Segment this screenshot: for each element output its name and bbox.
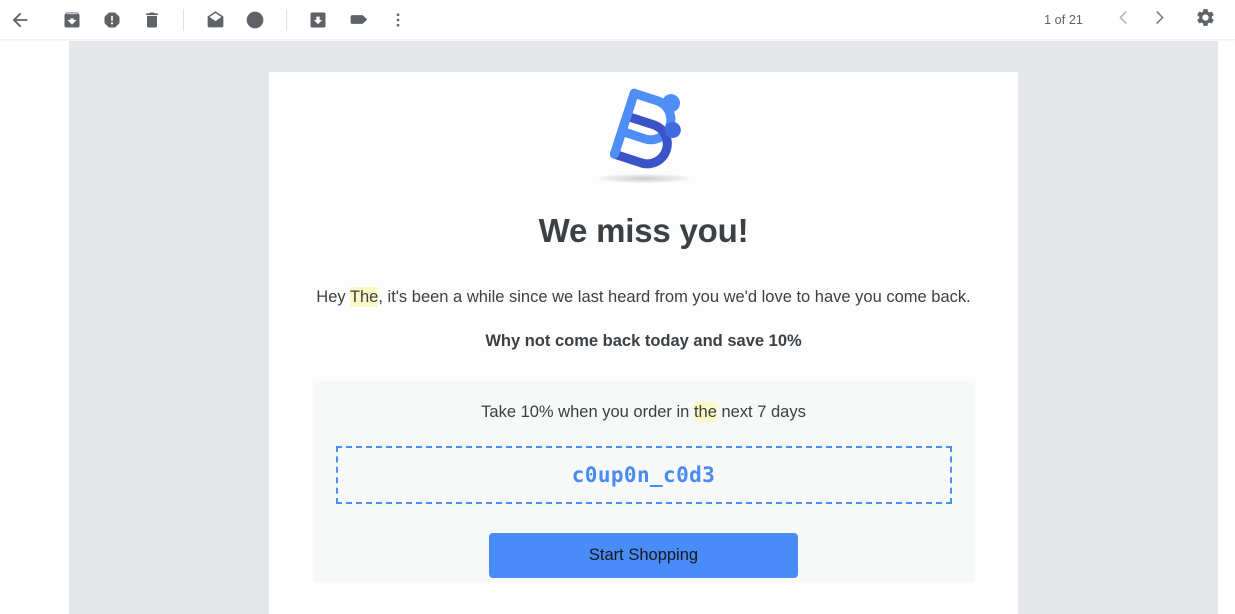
trash-icon bbox=[142, 10, 162, 30]
intro-highlight: The bbox=[349, 286, 379, 307]
email-content-card: We miss you! Hey The, it's been a while … bbox=[269, 72, 1018, 614]
chevron-left-icon bbox=[1114, 8, 1133, 32]
email-headline: We miss you! bbox=[538, 212, 749, 249]
labels-button[interactable] bbox=[338, 0, 378, 40]
start-shopping-button[interactable]: Start Shopping bbox=[489, 533, 798, 579]
move-to-inbox-icon bbox=[308, 10, 328, 30]
delete-button[interactable] bbox=[132, 0, 172, 40]
toolbar-actions-group bbox=[0, 0, 418, 40]
next-message-button[interactable] bbox=[1141, 0, 1177, 40]
report-spam-icon bbox=[102, 10, 122, 30]
more-vertical-icon bbox=[389, 11, 407, 29]
move-to-button[interactable] bbox=[298, 0, 338, 40]
message-counter: 1 of 21 bbox=[1044, 13, 1083, 27]
snooze-button[interactable] bbox=[235, 0, 275, 40]
coupon-code-text: c0up0n_c0d3 bbox=[571, 463, 716, 488]
report-spam-button[interactable] bbox=[92, 0, 132, 40]
back-button[interactable] bbox=[0, 0, 40, 40]
settings-button[interactable] bbox=[1185, 0, 1225, 40]
toolbar-divider-2 bbox=[286, 8, 287, 31]
archive-icon bbox=[62, 10, 82, 30]
email-viewer: We miss you! Hey The, it's been a while … bbox=[0, 41, 1235, 614]
offer-text-before: Take 10% when you order in bbox=[481, 403, 694, 422]
coupon-code-box[interactable]: c0up0n_c0d3 bbox=[335, 446, 952, 505]
label-tag-icon bbox=[348, 9, 369, 30]
offer-highlight: the bbox=[693, 402, 717, 423]
intro-text-before: Hey bbox=[316, 287, 350, 306]
offer-text-after: next 7 days bbox=[716, 403, 806, 422]
envelope-open-icon bbox=[205, 9, 226, 30]
email-subheadline: Why not come back today and save 10% bbox=[485, 332, 802, 351]
toolbar-divider-1 bbox=[183, 8, 184, 31]
archive-button[interactable] bbox=[52, 0, 92, 40]
clock-icon bbox=[245, 10, 265, 30]
gear-icon bbox=[1195, 7, 1216, 33]
cta-container: Start Shopping bbox=[313, 533, 974, 579]
brand-logo-icon bbox=[592, 76, 696, 185]
previous-message-button[interactable] bbox=[1105, 0, 1141, 40]
arrow-left-icon bbox=[9, 9, 31, 31]
intro-text-after: , it's been a while since we last heard … bbox=[378, 287, 971, 306]
email-intro-text: Hey The, it's been a while since we last… bbox=[314, 285, 974, 309]
email-toolbar: 1 of 21 bbox=[0, 0, 1235, 40]
chevron-right-icon bbox=[1150, 8, 1169, 32]
offer-description: Take 10% when you order in the next 7 da… bbox=[313, 401, 974, 424]
mark-unread-button[interactable] bbox=[195, 0, 235, 40]
coupon-panel: Take 10% when you order in the next 7 da… bbox=[313, 381, 974, 583]
more-options-button[interactable] bbox=[378, 0, 418, 40]
toolbar-pager-group: 1 of 21 bbox=[1044, 0, 1235, 40]
logo-container bbox=[269, 72, 1018, 200]
